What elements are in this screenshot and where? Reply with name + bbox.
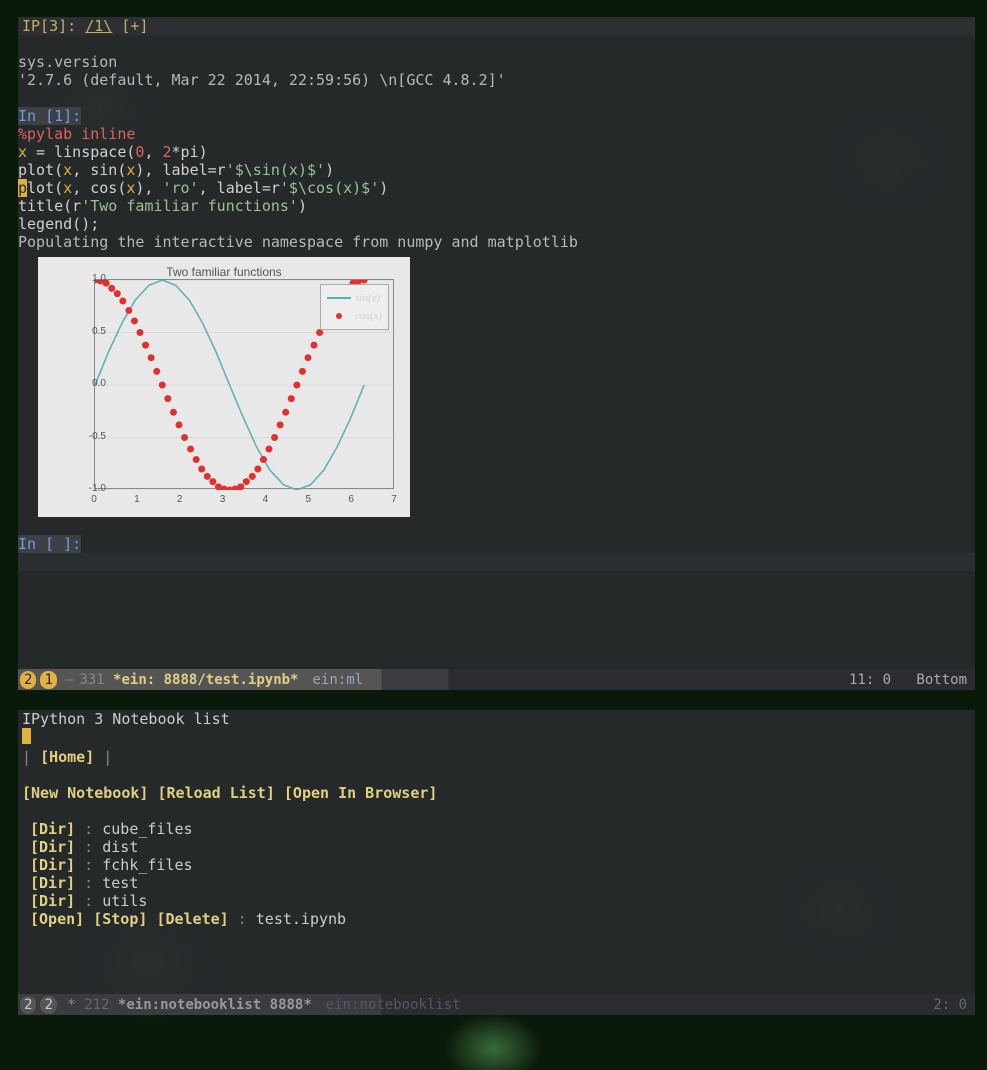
notebook-buffer[interactable]: IP[3]: /1\ [+] sys.version '2.7.6 (defau…: [18, 17, 975, 690]
buffer-name: *ein:notebooklist 8888*: [118, 996, 312, 1014]
open-button[interactable]: [Open]: [30, 910, 84, 928]
tab-add[interactable]: [+]: [121, 17, 148, 35]
delete-button[interactable]: [Delete]: [156, 910, 228, 928]
text-cursor: p: [18, 179, 27, 197]
window-badge-2: 2: [20, 671, 36, 689]
reload-list-button[interactable]: [Reload List]: [157, 784, 274, 802]
text-cursor: [22, 728, 31, 744]
cell-0-output: sys.version '2.7.6 (default, Mar 22 2014…: [18, 35, 975, 89]
dir-link[interactable]: [Dir]: [30, 838, 75, 856]
modeline-top: 21 — 331 *ein: 8888/test.ipynb* ein:ml 1…: [18, 669, 975, 690]
dir-link[interactable]: [Dir]: [30, 892, 75, 910]
xtick: 7: [391, 491, 397, 509]
dir-name: dist: [102, 838, 138, 856]
tab-current[interactable]: /1\: [85, 17, 112, 35]
ytick: 0.5: [92, 323, 106, 341]
tab-line: IP[3]: /1\ [+]: [18, 17, 975, 35]
plot-axes: sin(x) cos(x): [94, 279, 394, 489]
xtick: 3: [220, 491, 226, 509]
cell-2-prompt: In [ ]:: [18, 535, 81, 553]
xtick: 6: [348, 491, 354, 509]
notebooklist-buffer[interactable]: IPython 3 Notebook list | [Home] | [New …: [18, 710, 975, 1015]
home-link[interactable]: [Home]: [40, 748, 94, 766]
dir-name: cube_files: [102, 820, 192, 838]
cell-2-code[interactable]: [18, 553, 975, 571]
major-mode: ein:notebooklist: [326, 996, 461, 1014]
cell-1-output-text: Populating the interactive namespace fro…: [18, 233, 975, 251]
sin-line-icon: [327, 297, 351, 299]
dir-link[interactable]: [Dir]: [30, 856, 75, 874]
nblist-title: IPython 3 Notebook list: [22, 710, 971, 728]
cos-dot-icon: [336, 313, 342, 319]
ytick: 1.0: [92, 270, 106, 288]
legend-cos: cos(x): [355, 307, 382, 325]
dir-name: utils: [102, 892, 147, 910]
xtick: 1: [134, 491, 140, 509]
stop-button[interactable]: [Stop]: [93, 910, 147, 928]
cell-1-prompt: In [1]:: [18, 107, 81, 125]
new-notebook-button[interactable]: [New Notebook]: [22, 784, 148, 802]
ytick: -0.5: [89, 428, 106, 446]
dir-name: test: [102, 874, 138, 892]
dir-name: fchk_files: [102, 856, 192, 874]
buffer-name: *ein: 8888/test.ipynb*: [113, 671, 298, 689]
major-mode: ein:ml: [312, 671, 363, 689]
xtick: 0: [91, 491, 97, 509]
dir-link[interactable]: [Dir]: [30, 874, 75, 892]
legend-sin: sin(x): [355, 289, 380, 307]
window-badge-1: 1: [40, 671, 56, 689]
xtick: 4: [263, 491, 269, 509]
file-name: test.ipynb: [256, 910, 346, 928]
tab-prefix: IP[3]:: [22, 17, 76, 35]
open-browser-button[interactable]: [Open In Browser]: [284, 784, 438, 802]
cell-1-code[interactable]: %pylab inline x = linspace(0, 2*pi) plot…: [18, 125, 975, 233]
ytick: 0.0: [92, 375, 106, 393]
plot-output: Two familiar functions sin(x) cos(x) -1.…: [38, 257, 410, 517]
dir-link[interactable]: [Dir]: [30, 820, 75, 838]
xtick: 5: [306, 491, 312, 509]
xtick: 2: [177, 491, 183, 509]
modeline-bottom: 22 * 212 *ein:notebooklist 8888* ein:not…: [18, 994, 975, 1015]
plot-legend: sin(x) cos(x): [320, 284, 389, 330]
